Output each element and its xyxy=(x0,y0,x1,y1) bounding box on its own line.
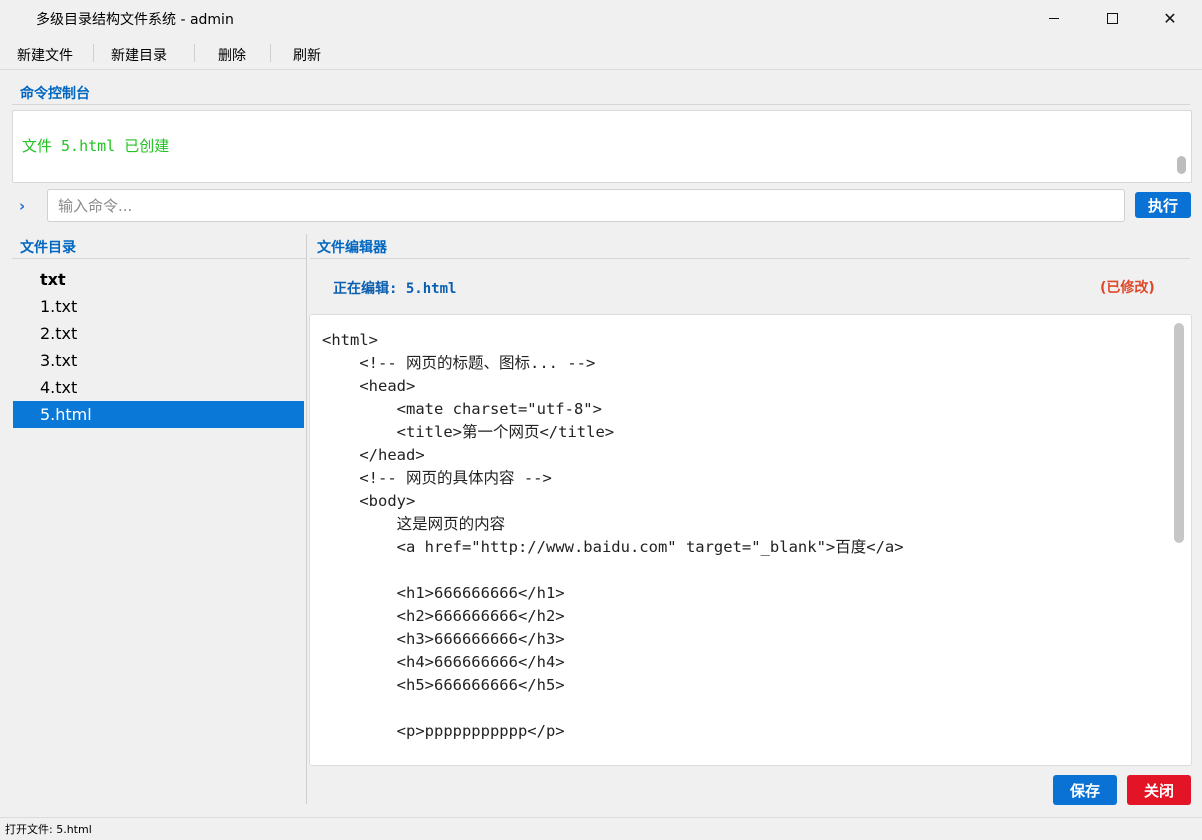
code-editor[interactable]: <html> <!-- 网页的标题、图标... --> <head> <mate… xyxy=(309,314,1192,766)
menu-new-file[interactable]: 新建文件 xyxy=(17,45,73,65)
tree-item-file-selected[interactable]: 5.html xyxy=(13,401,304,428)
code-line[interactable]: </head> xyxy=(322,444,904,467)
scrollbar-thumb[interactable] xyxy=(1174,323,1184,543)
file-tree-label: 文件目录 xyxy=(20,240,76,256)
title-bar: 多级目录结构文件系统 - admin ✕ xyxy=(0,0,1202,37)
status-bar: 打开文件: 5.html xyxy=(0,817,1202,840)
code-line[interactable]: <p>ppppppppppp</p> xyxy=(322,720,904,743)
command-input[interactable] xyxy=(47,189,1125,222)
code-line[interactable]: <head> xyxy=(322,375,904,398)
menu-separator xyxy=(93,44,94,62)
console-scrollbar[interactable] xyxy=(1176,116,1186,176)
tree-item-file[interactable]: 3.txt xyxy=(13,347,304,374)
editor-scrollbar[interactable] xyxy=(1174,323,1184,761)
code-line[interactable]: <a href="http://www.baidu.com" target="_… xyxy=(322,536,904,559)
scrollbar-thumb[interactable] xyxy=(1177,156,1186,174)
minimize-button[interactable] xyxy=(1025,0,1083,37)
minimize-icon xyxy=(1049,18,1059,19)
modified-indicator: (已修改) xyxy=(1100,280,1155,296)
editing-status: 正在编辑: 5.html xyxy=(333,281,457,297)
close-icon: ✕ xyxy=(1163,9,1177,28)
prompt-chevron-icon: › xyxy=(19,197,26,215)
menu-separator xyxy=(270,44,271,62)
divider xyxy=(310,258,1190,259)
code-line[interactable]: <h1>666666666</h1> xyxy=(322,582,904,605)
console-section-label: 命令控制台 xyxy=(20,86,90,102)
tree-item-file[interactable]: 1.txt xyxy=(13,293,304,320)
console-output: 文件 5.html 已创建 xyxy=(12,110,1192,183)
code-line[interactable]: <mate charset="utf-8"> xyxy=(322,398,904,421)
code-line[interactable]: <html> xyxy=(322,329,904,352)
code-line[interactable]: <h2>666666666</h2> xyxy=(322,605,904,628)
menu-separator xyxy=(194,44,195,62)
code-text[interactable]: <html> <!-- 网页的标题、图标... --> <head> <mate… xyxy=(322,329,904,743)
code-line[interactable]: <!-- 网页的具体内容 --> xyxy=(322,467,904,490)
execute-button[interactable]: 执行 xyxy=(1135,192,1191,218)
maximize-icon xyxy=(1106,13,1118,24)
code-line[interactable]: <h5>666666666</h5> xyxy=(322,674,904,697)
code-line[interactable]: <h4>666666666</h4> xyxy=(322,651,904,674)
tree-item-directory[interactable]: txt xyxy=(13,266,304,293)
menu-refresh[interactable]: 刷新 xyxy=(293,45,321,65)
console-line: 文件 5.html 已创建 xyxy=(22,137,170,155)
divider xyxy=(12,104,1190,105)
status-text: 打开文件: 5.html xyxy=(5,823,92,836)
window-title: 多级目录结构文件系统 - admin xyxy=(36,12,234,28)
code-line[interactable]: <body> xyxy=(322,490,904,513)
tree-item-file[interactable]: 2.txt xyxy=(13,320,304,347)
tree-item-file[interactable]: 4.txt xyxy=(13,374,304,401)
save-button[interactable]: 保存 xyxy=(1053,775,1117,805)
menu-new-directory[interactable]: 新建目录 xyxy=(111,45,167,65)
menu-delete[interactable]: 删除 xyxy=(218,45,246,65)
code-line[interactable] xyxy=(322,559,904,582)
code-line[interactable] xyxy=(322,697,904,720)
menu-bar: 新建文件 新建目录 删除 刷新 xyxy=(0,37,1202,70)
divider xyxy=(12,258,306,259)
pane-splitter[interactable] xyxy=(306,234,307,804)
maximize-button[interactable] xyxy=(1083,0,1141,37)
code-line[interactable]: <title>第一个网页</title> xyxy=(322,421,904,444)
editor-section-label: 文件编辑器 xyxy=(317,240,387,256)
code-line[interactable]: 这是网页的内容 xyxy=(322,513,904,536)
file-tree: txt 1.txt 2.txt 3.txt 4.txt 5.html xyxy=(13,266,304,428)
code-line[interactable]: <!-- 网页的标题、图标... --> xyxy=(322,352,904,375)
close-window-button[interactable]: ✕ xyxy=(1141,0,1199,37)
close-button[interactable]: 关闭 xyxy=(1127,775,1191,805)
code-line[interactable]: <h3>666666666</h3> xyxy=(322,628,904,651)
